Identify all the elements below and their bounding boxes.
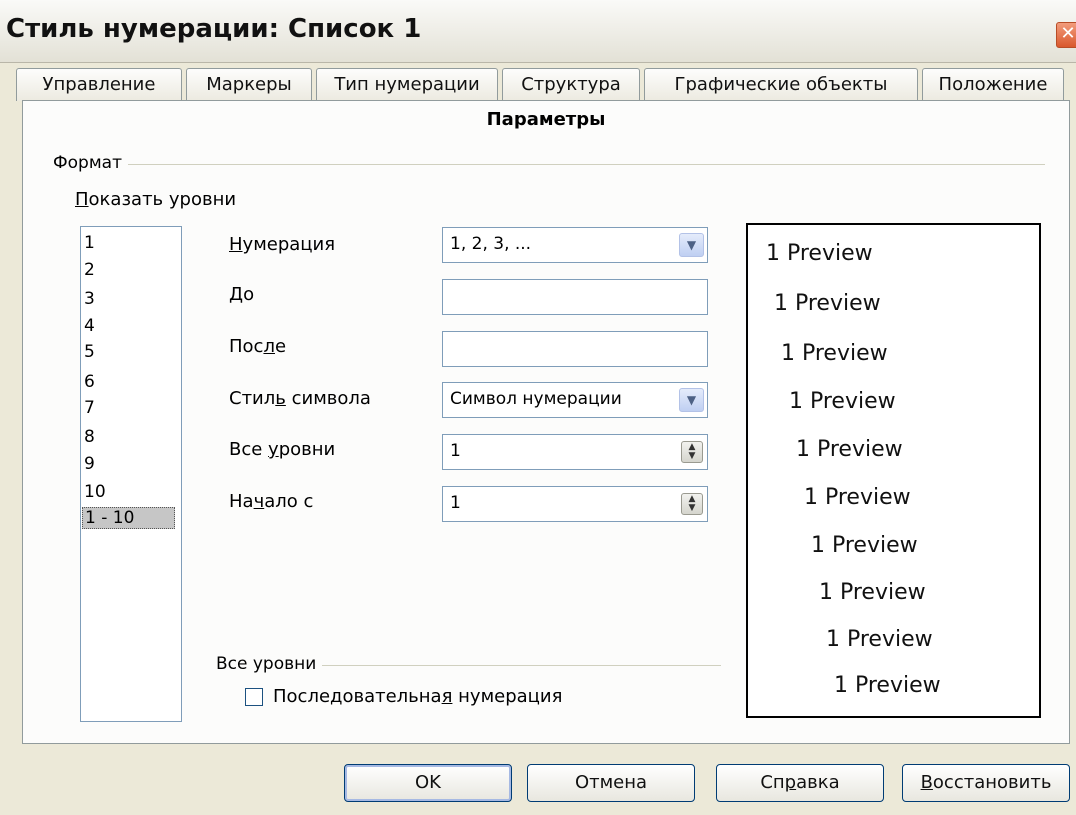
level-item[interactable]: 5 <box>84 342 95 362</box>
all-levels-spinner[interactable]: 1 ▲ ▼ <box>442 434 708 470</box>
level-item[interactable]: 6 <box>84 372 95 392</box>
level-item[interactable]: 10 <box>84 482 106 502</box>
level-item[interactable]: 9 <box>84 454 95 474</box>
title-bar: Стиль нумерации: Список 1 ✕ <box>0 0 1076 63</box>
char-style-select[interactable]: Символ нумерации ▼ <box>442 382 708 418</box>
show-levels-label: Показать уровни <box>75 189 237 210</box>
tab-numbering-type[interactable]: Тип нумерации <box>316 68 498 101</box>
level-item[interactable]: 3 <box>84 289 95 309</box>
numbering-style-dialog: Стиль нумерации: Список 1 ✕ Управление М… <box>0 0 1076 815</box>
chevron-down-icon[interactable]: ▼ <box>679 388 704 412</box>
all-levels-label: Все уровни <box>229 439 336 460</box>
consecutive-numbering-label: Последовательная нумерация <box>273 686 563 707</box>
numbering-label: Нумерация <box>229 234 336 255</box>
char-style-label: Стиль символа <box>229 388 371 409</box>
preview-line: 1 Preview <box>819 580 926 605</box>
after-label: После <box>229 336 287 357</box>
tab-outline[interactable]: Структура <box>502 68 640 101</box>
numbering-select[interactable]: 1, 2, 3, ... ▼ <box>442 227 708 263</box>
level-item[interactable]: 2 <box>84 260 95 280</box>
level-item-selected[interactable]: 1 - 10 <box>82 507 175 529</box>
level-item[interactable]: 8 <box>84 427 95 447</box>
before-label: До <box>229 284 255 305</box>
reset-button[interactable]: Восстановить <box>902 764 1070 802</box>
before-input[interactable] <box>442 279 708 315</box>
preview-line: 1 Preview <box>781 341 888 366</box>
format-group-label: Формат <box>53 153 128 173</box>
spin-arrows-icon[interactable]: ▲ ▼ <box>681 441 703 463</box>
levels-listbox[interactable]: 1 2 3 4 5 6 7 8 9 10 1 - 10 <box>80 226 182 722</box>
tab-bullets[interactable]: Маркеры <box>186 68 312 101</box>
cancel-button[interactable]: Отмена <box>527 764 695 802</box>
start-at-value: 1 <box>450 493 461 513</box>
options-panel: Параметры Формат Показать уровни 1 2 3 4… <box>22 100 1070 744</box>
tab-graphics[interactable]: Графические объекты <box>644 68 918 101</box>
preview-line: 1 Preview <box>811 533 918 558</box>
format-divider <box>53 164 1045 165</box>
preview-line: 1 Preview <box>804 485 911 510</box>
start-at-label: Начало с <box>229 491 314 512</box>
close-icon[interactable]: ✕ <box>1056 22 1076 48</box>
tab-management[interactable]: Управление <box>16 68 182 101</box>
preview-line: 1 Preview <box>789 389 896 414</box>
ok-button[interactable]: OK <box>344 764 512 802</box>
help-button[interactable]: Справка <box>716 764 884 802</box>
preview-line: 1 Preview <box>766 241 873 266</box>
preview-line: 1 Preview <box>796 437 903 462</box>
level-item[interactable]: 7 <box>84 398 95 418</box>
chevron-down-icon[interactable]: ▼ <box>679 233 704 257</box>
preview-line: 1 Preview <box>834 673 941 698</box>
window-title: Стиль нумерации: Список 1 <box>6 14 422 44</box>
char-style-value: Символ нумерации <box>450 389 622 409</box>
preview-line: 1 Preview <box>826 627 933 652</box>
all-levels-group-label: Все уровни <box>216 654 323 674</box>
tab-options[interactable]: Параметры <box>23 109 1069 130</box>
consecutive-numbering-checkbox[interactable] <box>245 688 263 706</box>
level-item[interactable]: 1 <box>84 233 95 253</box>
all-levels-value: 1 <box>450 441 461 461</box>
after-input[interactable] <box>442 331 708 367</box>
start-at-spinner[interactable]: 1 ▲ ▼ <box>442 486 708 522</box>
level-item[interactable]: 4 <box>84 316 95 336</box>
numbering-preview: 1 Preview 1 Preview 1 Preview 1 Preview … <box>746 223 1041 718</box>
tab-position[interactable]: Положение <box>922 68 1064 101</box>
preview-line: 1 Preview <box>774 291 881 316</box>
spin-arrows-icon[interactable]: ▲ ▼ <box>681 493 703 515</box>
numbering-value: 1, 2, 3, ... <box>450 234 532 254</box>
